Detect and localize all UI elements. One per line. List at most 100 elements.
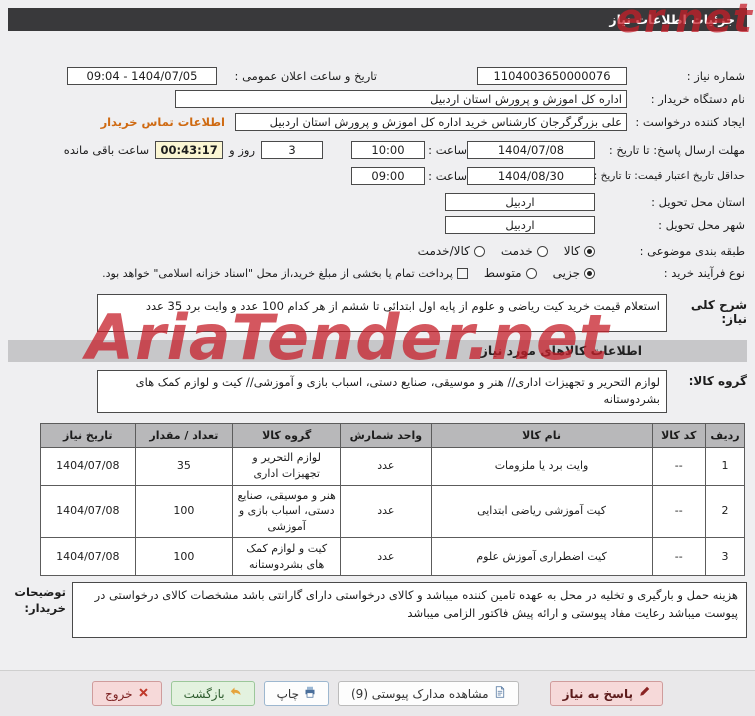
header-quantity: تعداد / مقدار <box>134 422 234 448</box>
row-request-creator: ایجاد کننده درخواست : علی بزرگرگرجان کار… <box>10 113 745 131</box>
radio-minor-label: جزیی <box>552 266 580 280</box>
treasury-payment-option[interactable]: پرداخت تمام یا بخشی از مبلغ خرید،از محل … <box>102 267 468 280</box>
document-icon <box>494 686 506 701</box>
radio-medium-icon[interactable] <box>525 267 537 279</box>
radio-option-minor[interactable]: جزیی <box>553 266 595 280</box>
row-price-validity: حداقل تاریخ اعتبار قیمت: تا تاریخ : 1404… <box>10 167 745 185</box>
remaining-days-suffix: روز و <box>229 143 255 157</box>
announce-datetime-value: 1404/07/05 - 09:04 <box>67 67 217 85</box>
row-purchase-process: نوع فرآیند خرید : جزیی متوسط پرداخت تمام… <box>10 266 745 280</box>
cell-item-group: لوازم التحریر و تجهیزات اداری <box>232 446 342 486</box>
header-item-group: گروه کالا <box>232 422 342 448</box>
price-validity-label: حداقل تاریخ اعتبار قیمت: تا تاریخ : <box>593 170 745 182</box>
radio-option-service[interactable]: خدمت <box>501 244 548 258</box>
print-button-label: چاپ <box>276 686 299 701</box>
need-description-block: شرح کلی نیاز: استعلام قیمت خرید کیت ریاض… <box>8 294 747 332</box>
response-deadline-time: 10:00 <box>351 141 425 159</box>
cell-item-code: -- <box>651 484 706 539</box>
cell-item-name: کیت اضطراری آموزش علوم <box>430 537 653 577</box>
cell-item-name: وایت برد یا ملزومات <box>430 446 653 486</box>
cell-item-code: -- <box>651 537 706 577</box>
radio-goods-label: کالا <box>563 244 580 258</box>
buyer-contact-link[interactable]: اطلاعات تماس خریدار <box>101 115 225 129</box>
view-docs-button-label: مشاهده مدارک پیوستی (9) <box>350 686 489 701</box>
table-row: 2 -- کیت آموزشی ریاضی ابتدایی عدد هنر و … <box>40 484 746 539</box>
validity-hour-label: ساعت : <box>428 169 467 183</box>
need-description-label: شرح کلی نیاز: <box>690 298 747 326</box>
back-button[interactable]: بازگشت <box>170 681 255 706</box>
cell-need-date: 1404/07/08 <box>40 537 136 577</box>
exit-button-label: خروج <box>105 686 133 701</box>
buyer-notes-block: هزینه حمل و بارگیری و تخلیه در محل به عه… <box>8 582 747 639</box>
cell-unit: عدد <box>340 446 432 486</box>
cell-row-number: 2 <box>704 484 746 539</box>
table-row: 3 -- کیت اضطراری آموزش علوم عدد کیت و لو… <box>40 537 746 577</box>
pencil-icon <box>638 686 650 701</box>
radio-goods-service-label: کالا/خدمت <box>417 244 470 258</box>
cell-row-number: 1 <box>704 446 746 486</box>
delivery-city-value: اردبیل <box>445 216 595 234</box>
radio-goods-service-icon[interactable] <box>473 245 485 257</box>
cell-quantity: 100 <box>134 484 234 539</box>
radio-service-icon[interactable] <box>536 245 548 257</box>
countdown-suffix: ساعت باقی مانده <box>63 143 150 157</box>
back-arrow-icon <box>230 686 242 701</box>
goods-group-text: لوازم التحریر و تجهیزات اداری// هنر و مو… <box>97 370 667 413</box>
cell-unit: عدد <box>340 484 432 539</box>
view-attached-docs-button[interactable]: مشاهده مدارک پیوستی (9) <box>337 681 519 706</box>
response-deadline-label: مهلت ارسال پاسخ: تا تاریخ : <box>608 143 745 157</box>
cell-need-date: 1404/07/08 <box>40 446 136 486</box>
radio-option-goods-service[interactable]: کالا/خدمت <box>418 244 485 258</box>
need-description-text: استعلام قیمت خرید کیت ریاضی و علوم از پا… <box>97 294 667 332</box>
row-delivery-city: شهر محل تحویل : اردبیل <box>10 216 745 234</box>
countdown-timer: 00:43:17 <box>155 141 224 159</box>
header-row-number: ردیف <box>704 422 746 448</box>
table-row: 1 -- وایت برد یا ملزومات عدد لوازم التحر… <box>40 446 746 486</box>
row-buyer-org: نام دستگاه خریدار : اداره کل اموزش و پرو… <box>10 90 745 108</box>
radio-option-medium[interactable]: متوسط <box>484 266 537 280</box>
goods-group-label: گروه کالا: <box>688 374 747 388</box>
price-validity-time: 09:00 <box>351 167 425 185</box>
treasury-note: پرداخت تمام یا بخشی از مبلغ خرید،از محل … <box>102 266 453 280</box>
buyer-notes-label: توضیحات خریدار: <box>14 585 66 616</box>
need-number-label: شماره نیاز : <box>686 69 745 83</box>
radio-option-goods[interactable]: کالا <box>564 244 595 258</box>
respond-button-label: پاسخ به نیاز <box>562 686 633 701</box>
respond-to-need-button[interactable]: پاسخ به نیاز <box>549 681 663 706</box>
print-button[interactable]: چاپ <box>263 681 329 706</box>
cell-row-number: 3 <box>704 537 746 577</box>
buyer-org-label: نام دستگاه خریدار : <box>650 92 745 106</box>
cell-quantity: 100 <box>134 537 234 577</box>
header-item-code: کد کالا <box>651 422 706 448</box>
cell-item-group: کیت و لوازم کمک های بشردوستانه <box>232 537 342 577</box>
row-subject-classification: طبقه بندی موضوعی : کالا خدمت کالا/خدمت <box>10 244 745 258</box>
header-need-date: تاریخ نیاز <box>40 422 136 448</box>
back-button-label: بازگشت <box>183 686 225 701</box>
items-table-header-row: ردیف کد کالا نام کالا واحد شمارش گروه کا… <box>40 422 746 448</box>
goods-group-block: گروه کالا: لوازم التحریر و تجهیزات اداری… <box>8 370 747 413</box>
printer-icon <box>304 686 316 701</box>
radio-minor-icon[interactable] <box>584 267 595 279</box>
delivery-province-value: اردبیل <box>445 193 595 211</box>
delivery-province-label: استان محل تحویل : <box>651 195 745 209</box>
cell-item-code: -- <box>651 446 706 486</box>
price-validity-date: 1404/08/30 <box>467 167 595 185</box>
row-need-number: شماره نیاز : 1104003650000076 تاریخ و سا… <box>10 67 745 85</box>
remaining-days-value: 3 <box>261 141 323 159</box>
buyer-notes-text: هزینه حمل و بارگیری و تخلیه در محل به عه… <box>71 582 747 639</box>
radio-medium-label: متوسط <box>483 266 522 280</box>
subject-classification-label: طبقه بندی موضوعی : <box>639 244 745 258</box>
treasury-checkbox-icon[interactable] <box>456 267 468 279</box>
cell-quantity: 35 <box>134 446 234 486</box>
deadline-hour-label: ساعت : <box>428 143 467 157</box>
row-delivery-province: استان محل تحویل : اردبیل <box>10 193 745 211</box>
exit-button[interactable]: خروج <box>92 681 162 706</box>
radio-goods-icon[interactable] <box>584 245 595 257</box>
response-deadline-date: 1404/07/08 <box>467 141 595 159</box>
need-number-value: 1104003650000076 <box>477 67 627 85</box>
delivery-city-label: شهر محل تحویل : <box>658 218 745 232</box>
close-icon <box>138 687 149 701</box>
purchase-process-label: نوع فرآیند خرید : <box>663 266 745 280</box>
announce-datetime-label: تاریخ و ساعت اعلان عمومی : <box>234 69 377 83</box>
header-item-name: نام کالا <box>430 422 653 448</box>
